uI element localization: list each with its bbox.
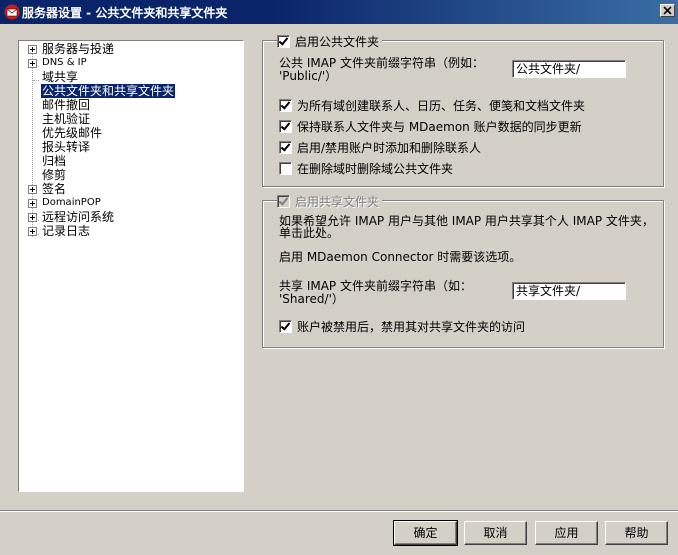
expand-icon[interactable] [28,227,37,236]
title-bar: 服务器设置 - 公共文件夹和共享文件夹 [0,0,678,24]
tree-item-label: DNS & IP [42,57,87,68]
separator [0,510,678,512]
apply-button[interactable]: 应用 [535,521,598,545]
expand-icon[interactable] [28,199,37,208]
shared-prefix-label-example: 'Shared/'） [279,292,344,306]
shared-description-cont: 单击此处。 [279,226,340,240]
option-sync-contacts[interactable]: 保持联系人文件夹与 MDaemon 账户数据的同步更新 [279,118,582,135]
shared-folders-enable[interactable]: 启用共享文件夹 [277,193,383,209]
tree-item-label: 邮件撤回 [42,98,91,112]
tree-item-label: 修剪 [42,168,67,182]
tree-item-label: 服务器与投递 [42,42,115,56]
tree-item-label: 归档 [42,154,67,168]
close-button[interactable] [660,4,675,17]
tree-item-label: 优先级邮件 [42,126,103,140]
tree-item-label: DomainPOP [42,197,101,208]
cancel-button[interactable]: 取消 [464,521,527,545]
tree-item-label: 记录日志 [42,224,91,238]
help-button[interactable]: 帮助 [605,521,668,545]
public-prefix-label-example: 'Public/'） [279,69,338,83]
shared-prefix-input[interactable]: 共享文件夹/ [512,282,626,300]
tree-item-label: 签名 [42,182,67,196]
expand-icon[interactable] [28,59,37,68]
option-create-folders-checkbox[interactable] [279,99,292,112]
option-add-remove-contacts[interactable]: 启用/禁用账户时添加和删除联系人 [279,139,481,156]
expand-icon[interactable] [28,213,37,222]
public-prefix-input[interactable]: 公共文件夹/ [512,60,626,78]
public-folders-group: 启用公共文件夹 公共 IMAP 文件夹前缀字符串（例如： 'Public/'） … [262,33,664,187]
close-icon [663,6,672,15]
envelope-icon [4,4,20,20]
shared-folders-enable-checkbox[interactable] [277,194,290,208]
option-delete-domain-folders-checkbox[interactable] [279,162,292,175]
public-folders-enable-label: 启用公共文件夹 [295,34,380,49]
expand-icon[interactable] [28,45,37,54]
option-disable-shared-access-label: 账户被禁用后，禁用其对共享文件夹的访问 [297,320,526,334]
public-folders-enable-checkbox[interactable] [277,34,290,48]
option-delete-domain-folders-label: 在删除域时删除域公共文件夹 [297,162,454,176]
expand-icon[interactable] [28,185,37,194]
option-add-remove-contacts-checkbox[interactable] [279,141,292,154]
tree-item-label: 主机验证 [42,112,91,126]
shared-folders-group: 启用共享文件夹 如果希望允许 IMAP 用户与其他 IMAP 用户共享其个人 I… [262,193,664,348]
connector-note: 启用 MDaemon Connector 时需要该选项。 [279,250,522,264]
option-delete-domain-folders[interactable]: 在删除域时删除域公共文件夹 [279,160,453,177]
option-disable-shared-access[interactable]: 账户被禁用后，禁用其对共享文件夹的访问 [279,318,525,335]
tree-item-label: 公共文件夹和共享文件夹 [41,84,176,98]
tree-item-label: 域共享 [42,70,79,84]
option-create-folders[interactable]: 为所有域创建联系人、日历、任务、便笺和文档文件夹 [279,97,585,114]
option-disable-shared-access-checkbox[interactable] [279,320,292,333]
option-sync-contacts-checkbox[interactable] [279,120,292,133]
shared-folders-enable-label: 启用共享文件夹 [295,194,380,209]
window-title: 服务器设置 - 公共文件夹和共享文件夹 [22,6,228,20]
option-add-remove-contacts-label: 启用/禁用账户时添加和删除联系人 [297,141,482,155]
option-create-folders-label: 为所有域创建联系人、日历、任务、便笺和文档文件夹 [297,99,586,113]
option-sync-contacts-label: 保持联系人文件夹与 MDaemon 账户数据的同步更新 [297,120,582,134]
settings-tree[interactable]: 服务器与投递 DNS & IP 域共享 公共文件夹和共享文件夹 邮件撤回 主机验… [18,40,244,492]
tree-item-label: 远程访问系统 [42,210,115,224]
ok-button[interactable]: 确定 [393,520,458,546]
public-folders-enable[interactable]: 启用公共文件夹 [277,33,383,49]
tree-item-label: 报头转译 [42,140,91,154]
